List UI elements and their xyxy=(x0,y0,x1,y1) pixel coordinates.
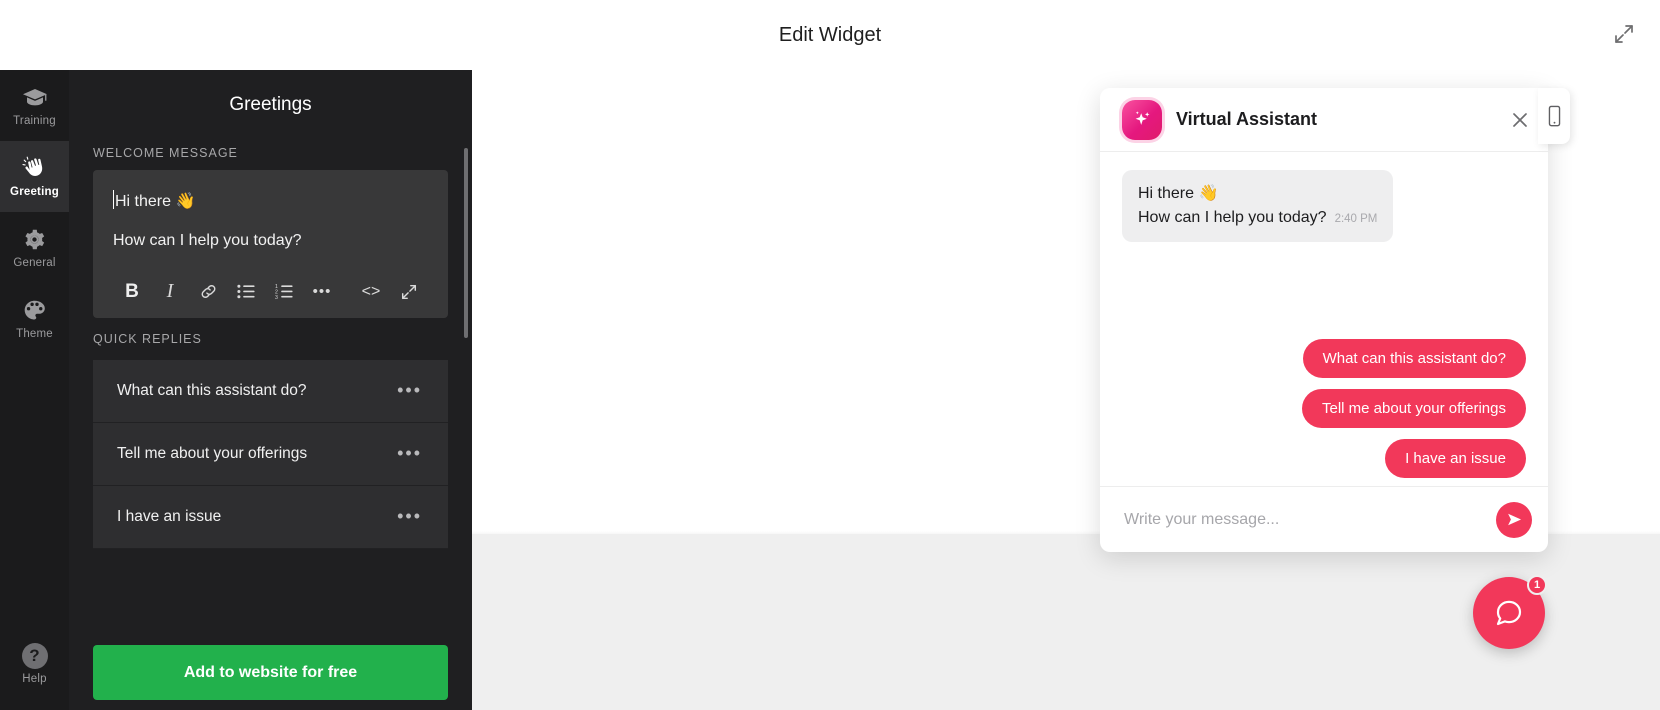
mobile-preview-toggle[interactable] xyxy=(1538,88,1570,144)
graduation-cap-icon xyxy=(22,85,48,111)
sidebar-rail: Training Greeting General Theme ? Help xyxy=(0,70,69,710)
top-bar: Edit Widget xyxy=(0,0,1660,70)
chat-widget-preview: Virtual Assistant Hi there 👋 How can I h… xyxy=(1100,88,1548,552)
quick-reply-pill[interactable]: I have an issue xyxy=(1385,439,1526,478)
sidebar-item-help[interactable]: ? Help xyxy=(0,639,69,710)
quick-reply-pill[interactable]: What can this assistant do? xyxy=(1302,339,1526,378)
edit-widget-screen: Edit Widget Training Greeting General Th… xyxy=(0,0,1660,710)
palette-icon xyxy=(22,298,47,324)
quick-reply-text: What can this assistant do? xyxy=(117,381,307,399)
add-to-website-button[interactable]: Add to website for free xyxy=(93,645,448,700)
bot-message-line-2-text: How can I help you today? xyxy=(1138,209,1327,226)
rail-spacer xyxy=(0,354,69,639)
italic-button[interactable]: I xyxy=(151,273,189,311)
sidebar-item-label: Help xyxy=(22,672,47,685)
welcome-message-editor[interactable]: Hi there 👋 How can I help you today? B I xyxy=(93,170,448,318)
widget-header: Virtual Assistant xyxy=(1100,88,1548,152)
widget-preview-stage: Virtual Assistant Hi there 👋 How can I h… xyxy=(472,70,1660,710)
numbered-list-icon[interactable]: 1 2 3 xyxy=(265,273,303,311)
link-icon[interactable] xyxy=(189,273,227,311)
quick-replies-label: QUICK REPLIES xyxy=(93,331,202,346)
bold-button[interactable]: B xyxy=(113,273,151,311)
gear-icon xyxy=(22,227,47,253)
panel-title: Greetings xyxy=(229,94,312,115)
quick-reply-pills: What can this assistant do? Tell me abou… xyxy=(1302,339,1526,478)
sidebar-item-label: Training xyxy=(13,114,56,127)
editor-toolbar: B I 1 2 3 ••• <> xyxy=(113,266,428,318)
panel-scroll-area: WELCOME MESSAGE Hi there 👋 How can I hel… xyxy=(69,132,472,635)
panel-footer: Add to website for free xyxy=(69,635,472,710)
sidebar-item-label: Theme xyxy=(16,327,53,340)
avatar xyxy=(1122,99,1162,140)
bot-message-line-2: How can I help you today? 2:40 PM xyxy=(1138,206,1377,230)
quick-reply-menu-button[interactable]: ••• xyxy=(397,443,422,464)
help-glyph: ? xyxy=(21,642,48,669)
welcome-message-label: WELCOME MESSAGE xyxy=(93,146,238,160)
message-input-row xyxy=(1100,486,1548,552)
waving-hand-icon xyxy=(21,156,48,182)
message-list: Hi there 👋 How can I help you today? 2:40… xyxy=(1100,152,1548,486)
quick-reply-pill[interactable]: Tell me about your offerings xyxy=(1302,389,1526,428)
unread-badge: 1 xyxy=(1527,575,1547,595)
widget-title: Virtual Assistant xyxy=(1176,109,1318,129)
quick-reply-menu-button[interactable]: ••• xyxy=(397,380,422,401)
sidebar-item-training[interactable]: Training xyxy=(0,70,69,141)
expand-arrows-icon[interactable] xyxy=(1606,16,1642,52)
welcome-message-line-1[interactable]: Hi there 👋 xyxy=(113,188,428,227)
bullet-list-icon[interactable] xyxy=(227,273,265,311)
quick-replies-list: What can this assistant do? ••• Tell me … xyxy=(69,359,472,549)
quick-reply-row[interactable]: What can this assistant do? ••• xyxy=(93,359,448,423)
quick-reply-row[interactable]: Tell me about your offerings ••• xyxy=(93,422,448,486)
help-icon: ? xyxy=(21,642,48,669)
fullscreen-editor-button[interactable] xyxy=(390,273,428,311)
send-button[interactable] xyxy=(1496,501,1532,538)
welcome-line-1-text: Hi there 👋 xyxy=(115,193,196,210)
quick-reply-text: I have an issue xyxy=(117,507,222,525)
greetings-panel: Greetings WELCOME MESSAGE Hi there 👋 How… xyxy=(69,70,472,710)
message-timestamp: 2:40 PM xyxy=(1334,213,1378,225)
chat-launcher-button[interactable]: 1 xyxy=(1473,575,1547,649)
code-view-button[interactable]: <> xyxy=(352,273,390,311)
quick-reply-text: Tell me about your offerings xyxy=(117,444,308,462)
quick-reply-row[interactable]: I have an issue ••• xyxy=(93,485,448,549)
page-title: Edit Widget xyxy=(778,23,882,46)
sidebar-item-label: Greeting xyxy=(10,185,59,198)
sidebar-item-general[interactable]: General xyxy=(0,212,69,283)
sidebar-item-greeting[interactable]: Greeting xyxy=(0,141,69,212)
text-caret xyxy=(113,190,114,209)
message-input[interactable] xyxy=(1124,510,1496,529)
bot-message-bubble: Hi there 👋 How can I help you today? 2:40… xyxy=(1122,170,1394,242)
panel-scrollbar[interactable] xyxy=(464,148,468,338)
close-icon[interactable] xyxy=(1510,110,1530,130)
more-options-button[interactable]: ••• xyxy=(303,273,341,311)
svg-text:3: 3 xyxy=(275,295,278,300)
welcome-message-line-2[interactable]: How can I help you today? xyxy=(113,227,428,266)
bot-message-line-1: Hi there 👋 xyxy=(1138,185,1219,202)
sidebar-item-theme[interactable]: Theme xyxy=(0,283,69,354)
sidebar-item-label: General xyxy=(13,256,56,269)
quick-reply-menu-button[interactable]: ••• xyxy=(397,506,422,527)
